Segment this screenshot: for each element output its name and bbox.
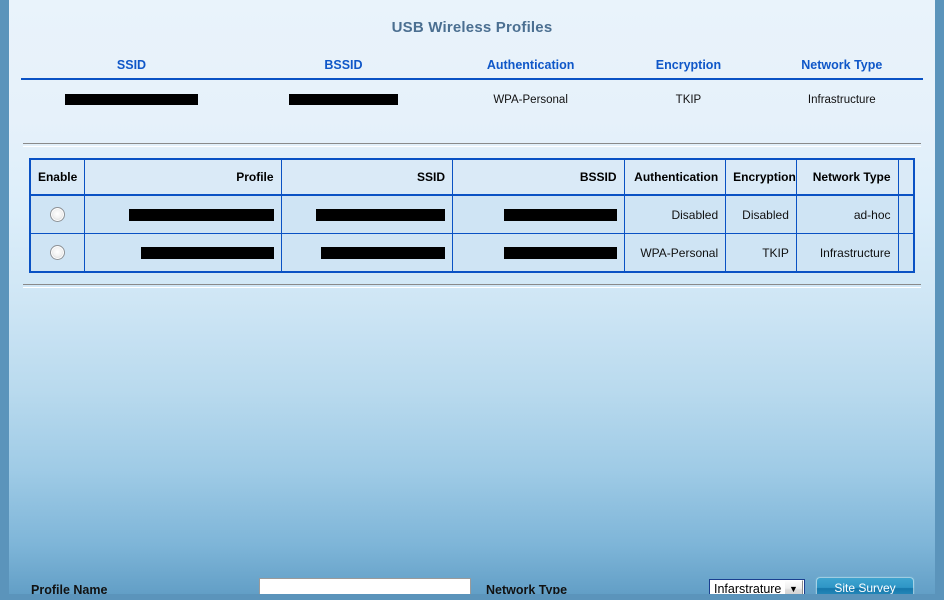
profiles-header-ssid: SSID (281, 159, 454, 196)
table-row[interactable]: Disabled Disabled ad-hoc (30, 195, 914, 234)
profiles-header-network-type: Network Type (796, 159, 899, 196)
profile-cell-ssid-0 (281, 195, 454, 234)
profile-enable-cell-0[interactable] (30, 195, 86, 234)
divider-above-grid (23, 143, 921, 147)
summary-header-network-type: Network Type (760, 58, 923, 80)
redacted-ssid-0 (316, 209, 446, 222)
profile-enable-cell-1[interactable] (30, 233, 86, 272)
summary-row: WPA-Personal TKIP Infrastructure (21, 79, 923, 115)
page-title: USB Wireless Profiles (391, 19, 553, 36)
site-survey-button[interactable]: Site Survey (816, 577, 914, 594)
redacted-ssid (64, 94, 198, 106)
profile-cell-encryption-0: Disabled (725, 195, 797, 234)
profiles-header-profile: Profile (84, 159, 282, 196)
profiles-header-encryption: Encryption (725, 159, 797, 196)
summary-table: SSID BSSID Authentication Encryption Net… (21, 58, 923, 115)
radio-button-profile-1[interactable] (50, 245, 66, 261)
profile-name-label: Profile Name (31, 583, 108, 597)
profile-cell-authentication-0: Disabled (624, 195, 727, 234)
profiles-header-enable: Enable (30, 159, 86, 196)
profile-cell-encryption-1: TKIP (725, 233, 797, 272)
summary-header-bssid: BSSID (241, 58, 445, 80)
divider-below-grid (23, 284, 921, 288)
redacted-bssid-1 (503, 247, 617, 260)
profile-edit-form: Profile Name Network Type Infarstrature … (9, 302, 935, 594)
summary-cell-ssid (21, 79, 242, 115)
table-row[interactable]: WPA-Personal TKIP Infrastructure (30, 233, 914, 273)
profiles-header-bssid: BSSID (452, 159, 625, 196)
summary-header-encryption: Encryption (616, 58, 761, 80)
profile-name-input[interactable] (259, 578, 471, 594)
profile-cell-bssid-0 (452, 195, 625, 234)
redacted-profile-1 (140, 247, 274, 260)
chevron-down-icon[interactable]: ▼ (784, 580, 803, 594)
network-type-select-value: Infarstrature (714, 582, 782, 596)
redacted-profile-0 (128, 209, 274, 222)
summary-cell-network-type: Infrastructure (807, 94, 876, 106)
profile-cell-bssid-1 (452, 233, 625, 272)
current-connection-summary: SSID BSSID Authentication Encryption Net… (21, 58, 923, 115)
network-type-label: Network Type (486, 583, 568, 597)
summary-header-row: SSID BSSID Authentication Encryption Net… (21, 58, 923, 80)
profile-cell-spacer-1 (898, 234, 914, 273)
profile-cell-network-type-1: Infrastructure (796, 233, 899, 272)
profile-cell-ssid-1 (281, 233, 454, 272)
usb-wireless-profiles-window: USB Wireless Profiles SSID BSSID Authent… (0, 0, 944, 600)
profile-cell-network-type-0: ad-hoc (796, 195, 899, 234)
profiles-header-spacer (898, 159, 914, 196)
radio-button-profile-0[interactable] (50, 207, 66, 223)
profile-cell-authentication-1: WPA-Personal (624, 233, 727, 272)
profiles-header-authentication: Authentication (624, 159, 727, 196)
profile-cell-spacer-0 (898, 195, 914, 234)
redacted-bssid (288, 94, 398, 106)
profile-cell-profile-1 (84, 233, 282, 272)
profiles-header-row: Enable Profile SSID BSSID Authentication… (30, 159, 914, 196)
profiles-table: Enable Profile SSID BSSID Authentication… (29, 158, 915, 273)
summary-cell-encryption: TKIP (675, 94, 702, 106)
network-type-select[interactable]: Infarstrature ▼ (709, 579, 805, 596)
summary-cell-authentication: WPA-Personal (493, 94, 568, 106)
summary-header-ssid: SSID (21, 58, 242, 80)
summary-header-authentication: Authentication (444, 58, 617, 80)
profile-cell-profile-0 (84, 195, 282, 234)
profiles-grid-container: Enable Profile SSID BSSID Authentication… (29, 158, 915, 273)
redacted-ssid-1 (321, 247, 446, 260)
summary-cell-bssid (242, 79, 445, 115)
redacted-bssid-0 (503, 209, 617, 222)
